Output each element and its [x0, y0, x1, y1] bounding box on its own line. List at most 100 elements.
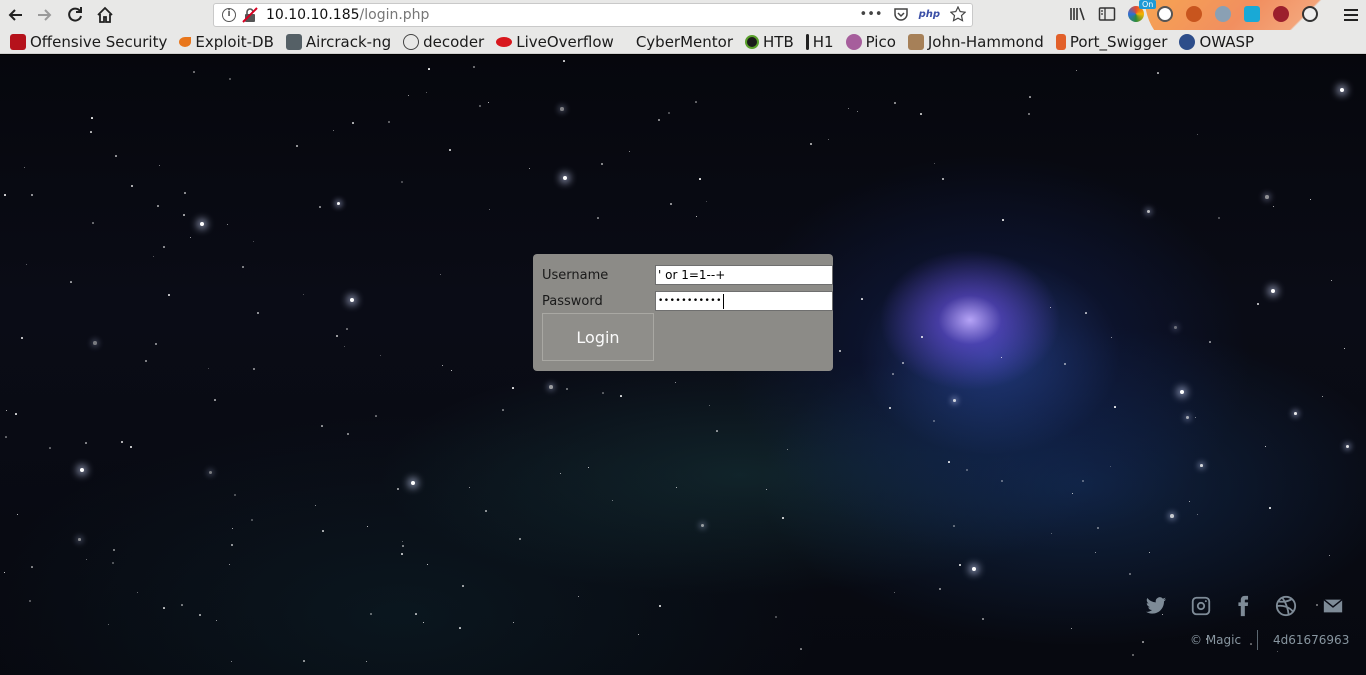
instagram-link[interactable] — [1188, 593, 1214, 619]
star — [401, 553, 403, 555]
star — [1114, 406, 1116, 408]
star — [440, 274, 442, 276]
bookmark-htb[interactable]: HTB — [745, 33, 794, 51]
dribbble-link[interactable] — [1273, 593, 1299, 619]
star — [848, 108, 849, 109]
star — [1142, 641, 1144, 643]
star — [488, 102, 490, 104]
star — [953, 525, 955, 527]
star — [675, 382, 677, 384]
star — [800, 648, 802, 650]
star — [193, 71, 195, 73]
reload-button[interactable] — [60, 0, 90, 30]
extension-icon[interactable] — [1242, 4, 1262, 24]
star — [29, 600, 31, 602]
star — [370, 613, 372, 615]
bookmark-port-swigger[interactable]: Port_Swigger — [1055, 33, 1167, 51]
star — [5, 436, 7, 438]
bookmark-john-hammond[interactable]: John-Hammond — [907, 33, 1044, 51]
account-icon[interactable] — [1155, 4, 1175, 24]
star — [709, 405, 711, 407]
footer-code: 4d61676963 — [1273, 633, 1350, 647]
star — [4, 194, 6, 196]
pico-icon — [845, 33, 862, 50]
star — [1147, 210, 1151, 214]
star — [428, 68, 430, 70]
star — [17, 514, 19, 516]
bookmark-exploit-db[interactable]: Exploit-DB — [179, 33, 274, 51]
star — [375, 415, 377, 417]
bright-star — [1340, 88, 1344, 92]
bookmark-liveoverflow[interactable]: LiveOverflow — [496, 33, 614, 51]
insecure-lock-icon[interactable] — [242, 7, 258, 23]
extension-icon[interactable] — [1213, 4, 1233, 24]
star — [578, 596, 580, 598]
star — [489, 209, 491, 211]
page-actions-icon[interactable]: ••• — [860, 7, 883, 22]
star — [157, 205, 159, 207]
extension-icon[interactable] — [1271, 4, 1291, 24]
star — [234, 494, 236, 496]
facebook-link[interactable] — [1230, 593, 1256, 619]
bookmark-pico[interactable]: Pico — [845, 33, 896, 51]
exploitdb-icon — [179, 36, 192, 47]
star — [1050, 307, 1052, 309]
star — [782, 517, 784, 519]
star — [227, 224, 229, 226]
star — [512, 387, 514, 389]
star — [253, 241, 255, 243]
bookmark-offensive-security[interactable]: Offensive Security — [10, 33, 167, 51]
twitter-link[interactable] — [1143, 593, 1169, 619]
star — [1029, 96, 1031, 98]
bookmark-aircrack-ng[interactable]: Aircrack-ng — [285, 33, 391, 51]
star — [839, 350, 842, 353]
pocket-icon[interactable] — [893, 6, 909, 22]
star — [208, 368, 210, 370]
password-field[interactable]: ••••••••••• — [655, 291, 833, 311]
star — [86, 559, 88, 561]
bright-star — [411, 481, 415, 485]
sidebar-icon[interactable] — [1097, 4, 1117, 24]
star — [894, 592, 896, 594]
php-extension-icon[interactable]: php — [919, 9, 940, 20]
star — [1265, 195, 1269, 199]
star — [113, 549, 116, 552]
extension-on-badge: On — [1139, 0, 1157, 9]
forward-button[interactable] — [30, 0, 60, 30]
login-button[interactable]: Login — [542, 313, 654, 361]
star — [70, 281, 72, 283]
star — [473, 66, 475, 68]
star — [1157, 72, 1159, 74]
extension-icon[interactable] — [1300, 4, 1320, 24]
bookmark-star-icon[interactable] — [950, 6, 966, 22]
bookmark-owasp[interactable]: OWASP — [1179, 33, 1254, 51]
bookmark-h1[interactable]: H1 — [805, 33, 834, 51]
star — [529, 168, 531, 170]
star — [1200, 464, 1203, 467]
bookmark-decoder[interactable]: decoder — [403, 33, 484, 51]
star — [699, 178, 701, 180]
extension-icon[interactable] — [1184, 4, 1204, 24]
star — [1322, 396, 1324, 398]
star — [131, 185, 134, 188]
star — [479, 105, 482, 108]
back-button[interactable] — [0, 0, 30, 30]
username-field[interactable]: ' or 1=1--+ — [655, 265, 833, 285]
star — [1273, 206, 1275, 208]
mail-link[interactable] — [1320, 593, 1346, 619]
star — [612, 500, 613, 501]
library-icon[interactable] — [1068, 4, 1088, 24]
dribbble-icon — [1275, 595, 1297, 617]
info-icon[interactable]: i — [222, 8, 236, 22]
h1-icon — [805, 33, 809, 50]
menu-icon[interactable] — [1342, 5, 1360, 25]
star — [190, 237, 192, 239]
star — [92, 222, 94, 224]
star — [112, 562, 115, 565]
url-bar[interactable]: i 10.10.10.185/login.php ••• php — [213, 3, 973, 27]
star — [85, 442, 87, 444]
bookmark-cybermentor[interactable]: CyberMentor — [636, 33, 733, 51]
star — [934, 163, 936, 165]
star — [982, 618, 984, 620]
home-button[interactable] — [90, 0, 120, 30]
